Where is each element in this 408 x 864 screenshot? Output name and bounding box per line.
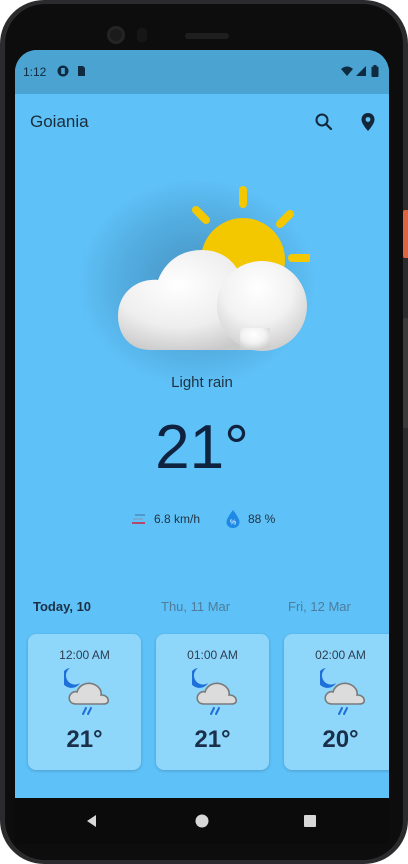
day-tab-fri[interactable]: Fri, 12 Mar (288, 599, 351, 614)
volume-button (403, 318, 408, 428)
hour-temp: 20° (322, 726, 359, 753)
phone-frame: 1:12 Goiania Light rain 21° 6.8 km/h % 8… (0, 0, 408, 864)
night-rain-icon (64, 668, 109, 715)
humidity-info: % 88 % (225, 509, 275, 529)
hour-temp: 21° (194, 726, 231, 753)
recents-nav-icon[interactable] (299, 810, 321, 832)
city-name: Goiania (30, 112, 89, 131)
home-nav-icon[interactable] (191, 810, 213, 832)
battery-icon (371, 65, 379, 77)
hour-time: 01:00 AM (187, 648, 238, 662)
power-button (403, 210, 408, 258)
hourly-card[interactable]: 02:00 AM 20° (284, 634, 389, 770)
partly-cloudy-icon (118, 186, 310, 351)
data-saver-icon (57, 65, 69, 77)
svg-text:%: % (230, 520, 236, 527)
current-temperature: 21° (155, 413, 249, 482)
wifi-icon (341, 66, 353, 76)
earpiece-speaker (185, 33, 229, 39)
sensor (137, 28, 147, 42)
back-nav-icon[interactable] (81, 810, 103, 832)
status-time: 1:12 (23, 65, 47, 79)
hourly-card[interactable]: 12:00 AM 21° (28, 634, 141, 770)
search-icon[interactable] (310, 108, 338, 136)
night-rain-icon (192, 668, 237, 715)
hour-time: 12:00 AM (59, 648, 110, 662)
status-bar: 1:12 (15, 50, 389, 94)
wind-icon (132, 514, 145, 524)
humidity-drop-icon: % (226, 510, 240, 528)
day-selector: Today, 10 Thu, 11 Mar Fri, 12 Mar (15, 599, 389, 619)
day-tab-today[interactable]: Today, 10 (33, 599, 91, 614)
hourly-card[interactable]: 01:00 AM 21° (156, 634, 269, 770)
signal-icon (356, 66, 366, 76)
wind-info: 6.8 km/h (131, 511, 200, 527)
sim-card-icon (78, 66, 85, 76)
humidity-value: 88 % (248, 512, 276, 526)
system-navigation-bar (15, 798, 389, 844)
location-pin-icon[interactable] (354, 108, 382, 136)
night-rain-icon (320, 668, 365, 715)
hour-time: 02:00 AM (315, 648, 366, 662)
hour-temp: 21° (66, 726, 103, 753)
day-tab-thu[interactable]: Thu, 11 Mar (161, 599, 230, 614)
front-camera (107, 26, 125, 44)
condition-text: Light rain (171, 374, 233, 391)
wind-speed: 6.8 km/h (154, 512, 201, 526)
app-screen: 1:12 Goiania Light rain 21° 6.8 km/h % 8… (15, 50, 389, 798)
